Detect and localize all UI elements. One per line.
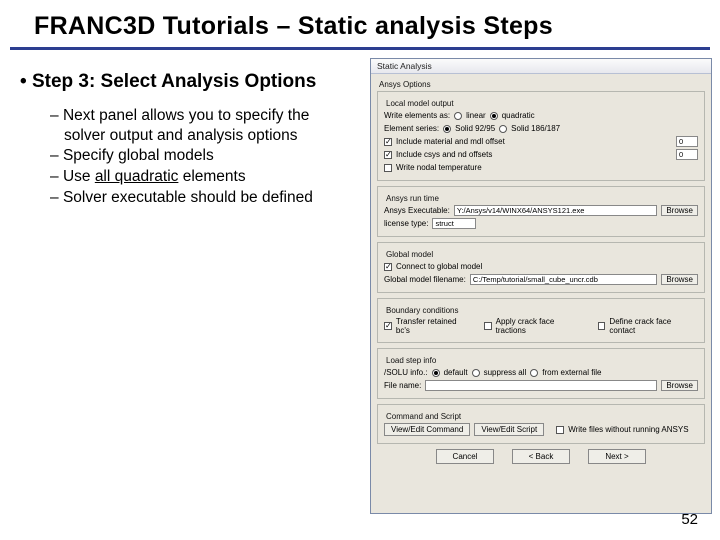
- element-series-label: Element series:: [384, 124, 439, 133]
- bullet-item: Specify global models: [50, 146, 352, 166]
- define-contact-check[interactable]: [598, 322, 606, 330]
- write-files-label: Write files without running ANSYS: [568, 425, 688, 434]
- linear-label: linear: [466, 111, 486, 120]
- include-material-check[interactable]: [384, 138, 392, 146]
- write-elements-label: Write elements as:: [384, 111, 450, 120]
- view-edit-script-button[interactable]: View/Edit Script: [474, 423, 544, 436]
- loadstep-group: Load step info /SOLU info.: default supp…: [377, 348, 705, 399]
- global-model-group: Global model Connect to global model Glo…: [377, 242, 705, 293]
- transfer-bc-check[interactable]: [384, 322, 392, 330]
- bullet-underline: all quadratic: [95, 168, 179, 185]
- page-number: 52: [681, 511, 698, 528]
- exec-field[interactable]: Y:/Ansys/v14/WINX64/ANSYS121.exe: [454, 205, 658, 216]
- define-contact-label: Define crack face contact: [609, 317, 698, 335]
- quadratic-radio[interactable]: [490, 112, 498, 120]
- solu-external-radio[interactable]: [530, 369, 538, 377]
- license-field[interactable]: struct: [432, 218, 476, 229]
- write-nodal-temp-check[interactable]: [384, 164, 392, 172]
- runtime-legend: Ansys run time: [386, 194, 698, 203]
- local-model-group: Local model output Write elements as: li…: [377, 91, 705, 181]
- include-material-label: Include material and mdl offset: [396, 137, 505, 146]
- ansys-options-label: Ansys Options: [379, 80, 705, 89]
- global-filename-field[interactable]: C:/Temp/tutorial/small_cube_uncr.cdb: [470, 274, 657, 285]
- mdl-offset-field[interactable]: 0: [676, 136, 698, 147]
- next-button[interactable]: Next >: [588, 449, 646, 464]
- back-button[interactable]: < Back: [512, 449, 570, 464]
- solu-label: /SOLU info.:: [384, 368, 428, 377]
- boundary-group: Boundary conditions Transfer retained bc…: [377, 298, 705, 343]
- runtime-group: Ansys run time Ansys Executable: Y:/Ansy…: [377, 186, 705, 237]
- solu-default-radio[interactable]: [432, 369, 440, 377]
- include-csys-check[interactable]: [384, 151, 392, 159]
- connect-global-label: Connect to global model: [396, 262, 482, 271]
- view-edit-command-button[interactable]: View/Edit Command: [384, 423, 470, 436]
- bullet-list: Next panel allows you to specify the sol…: [20, 106, 352, 208]
- loadstep-browse-button[interactable]: Browse: [661, 380, 698, 391]
- slide-title: FRANC3D Tutorials – Static analysis Step…: [0, 12, 720, 47]
- global-browse-button[interactable]: Browse: [661, 274, 698, 285]
- bullet-item: Next panel allows you to specify the sol…: [50, 106, 352, 146]
- write-files-check[interactable]: [556, 426, 564, 434]
- apply-crack-check[interactable]: [484, 322, 492, 330]
- static-analysis-dialog: Static Analysis Ansys Options Local mode…: [370, 58, 712, 514]
- solid186187-label: Solid 186/187: [511, 124, 560, 133]
- dialog-titlebar: Static Analysis: [371, 59, 711, 74]
- bullet-item: Use all quadratic elements: [50, 167, 352, 187]
- write-nodal-temp-label: Write nodal temperature: [396, 163, 482, 172]
- loadstep-legend: Load step info: [386, 356, 698, 365]
- solu-external-label: from external file: [542, 368, 601, 377]
- global-model-legend: Global model: [386, 250, 698, 259]
- bullet-item: Solver executable should be defined: [50, 188, 352, 208]
- global-filename-label: Global model filename:: [384, 275, 466, 284]
- solid9295-label: Solid 92/95: [455, 124, 495, 133]
- loadstep-filename-label: File name:: [384, 381, 421, 390]
- solid9295-radio[interactable]: [443, 125, 451, 133]
- step-heading: • Step 3: Select Analysis Options: [20, 70, 352, 94]
- boundary-legend: Boundary conditions: [386, 306, 698, 315]
- exec-browse-button[interactable]: Browse: [661, 205, 698, 216]
- quadratic-label: quadratic: [502, 111, 535, 120]
- step-heading-text: Step 3: Select Analysis Options: [32, 71, 316, 92]
- connect-global-check[interactable]: [384, 263, 392, 271]
- solu-default-label: default: [444, 368, 468, 377]
- transfer-bc-label: Transfer retained bc's: [396, 317, 472, 335]
- cancel-button[interactable]: Cancel: [436, 449, 494, 464]
- exec-label: Ansys Executable:: [384, 206, 450, 215]
- local-model-legend: Local model output: [386, 99, 698, 108]
- solu-suppress-radio[interactable]: [472, 369, 480, 377]
- solid186187-radio[interactable]: [499, 125, 507, 133]
- command-script-legend: Command and Script: [386, 412, 698, 421]
- include-csys-label: Include csys and nd offsets: [396, 150, 492, 159]
- apply-crack-label: Apply crack face tractions: [496, 317, 586, 335]
- command-script-group: Command and Script View/Edit Command Vie…: [377, 404, 705, 444]
- loadstep-filename-field[interactable]: [425, 380, 657, 391]
- license-label: license type:: [384, 219, 428, 228]
- solu-suppress-label: suppress all: [484, 368, 527, 377]
- linear-radio[interactable]: [454, 112, 462, 120]
- bullet-lead: •: [20, 71, 32, 92]
- csys-offset-field[interactable]: 0: [676, 149, 698, 160]
